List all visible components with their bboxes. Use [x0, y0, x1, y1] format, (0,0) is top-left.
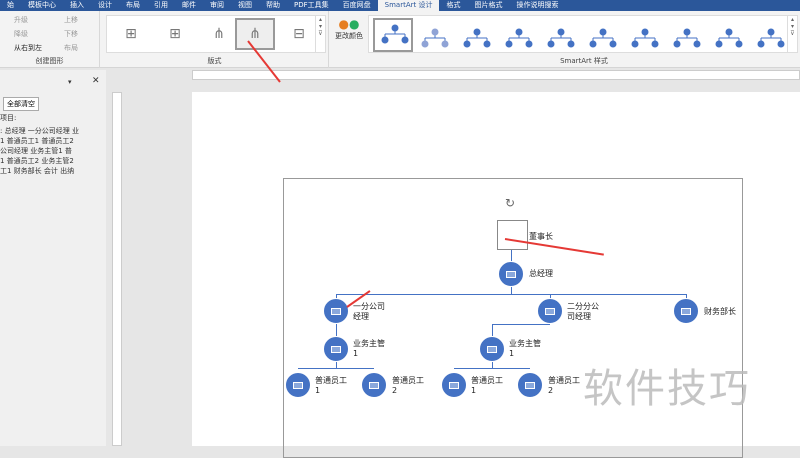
- node-supervisor-a[interactable]: 业务主管 1: [353, 339, 385, 359]
- tab-2[interactable]: 插入: [63, 0, 91, 11]
- layouts-group: ⊞ ⊞ ⋔ ⋔ ⊟ ▴ ▾ ⊽ 版式: [101, 11, 329, 68]
- tab-0[interactable]: 始: [0, 0, 21, 11]
- node-picture-icon[interactable]: [285, 372, 311, 398]
- promote-button[interactable]: 升级: [14, 15, 28, 25]
- change-colors-button[interactable]: ●● 更改颜色: [332, 17, 366, 41]
- smartart-style-10[interactable]: [751, 24, 791, 48]
- connector: [336, 294, 686, 295]
- connector: [492, 324, 550, 325]
- tab-10[interactable]: PDF工具集: [287, 0, 336, 11]
- smartart-style-6[interactable]: [583, 24, 623, 48]
- tab-15[interactable]: 操作说明搜索: [509, 0, 565, 11]
- smartart-style-7[interactable]: [625, 24, 665, 48]
- vertical-ruler[interactable]: [112, 92, 122, 446]
- clear-all-button[interactable]: 全部清空: [3, 97, 39, 111]
- node-picture-icon[interactable]: [441, 372, 467, 398]
- node-employee-1a[interactable]: 普通员工 1: [315, 376, 347, 396]
- pane-text-line[interactable]: 公司经理 业务主管1 普: [0, 146, 79, 156]
- node-employee-2b[interactable]: 普通员工 2: [548, 376, 580, 396]
- node-picture-icon[interactable]: [673, 298, 699, 324]
- styles-gallery: ▴ ▾ ⊽: [368, 15, 798, 53]
- tab-13[interactable]: 格式: [439, 0, 467, 11]
- palette-icon: ●●: [338, 17, 360, 31]
- right-to-left-button[interactable]: 从右到左: [14, 43, 42, 53]
- node-branch2-manager[interactable]: 二分分公 司经理: [567, 302, 599, 322]
- tab-5[interactable]: 引用: [147, 0, 175, 11]
- tab-14[interactable]: 图片格式: [467, 0, 509, 11]
- smartart-style-2[interactable]: [415, 24, 455, 48]
- connector: [454, 368, 530, 369]
- node-general-manager[interactable]: 总经理: [529, 269, 553, 279]
- tab-3[interactable]: 设计: [91, 0, 119, 11]
- smartart-style-8[interactable]: [667, 24, 707, 48]
- layout-labeled-hierarchy[interactable]: ⊟: [279, 18, 319, 50]
- tab-11[interactable]: 百度网盘: [336, 0, 378, 11]
- smartart-style-5[interactable]: [541, 24, 581, 48]
- node-supervisor-b[interactable]: 业务主管 1: [509, 339, 541, 359]
- rotate-handle-icon[interactable]: ↻: [505, 196, 515, 210]
- node-picture-icon[interactable]: [323, 298, 349, 324]
- tab-4[interactable]: 布局: [119, 0, 147, 11]
- pane-text-line[interactable]: 工1 财务部长 会计 出纳: [0, 166, 79, 176]
- layout-org-chart[interactable]: ⊞: [111, 18, 151, 50]
- node-finance-head[interactable]: 财务部长: [704, 307, 736, 317]
- close-icon[interactable]: ✕: [92, 76, 100, 86]
- layouts-gallery: ⊞ ⊞ ⋔ ⋔ ⊟ ▴ ▾ ⊽: [106, 15, 326, 53]
- smartart-styles-group: ▴ ▾ ⊽ SmartArt 样式: [368, 11, 800, 68]
- layouts-scroll[interactable]: ▴ ▾ ⊽: [315, 16, 325, 52]
- items-label: 项目:: [0, 114, 17, 122]
- tab-12[interactable]: SmartArt 设计: [377, 0, 440, 11]
- layouts-label: 版式: [207, 57, 222, 65]
- node-picture-icon[interactable]: [537, 298, 563, 324]
- pane-dropdown-icon[interactable]: ▾: [68, 78, 72, 86]
- create-graphic-group: 升级 降级 上移 下移 从右到左 布局 创建图形: [0, 11, 100, 68]
- smartart-style-3[interactable]: [457, 24, 497, 48]
- ribbon-tabs: 始模板中心 插入 设计 布局 引用 邮件 审阅 视图 帮助 PDF工具集 百度网盘 SmartArt …: [0, 0, 800, 11]
- watermark: 软件技巧: [583, 366, 751, 412]
- text-pane: ▾ ✕ 全部清空 项目: : 总经理 一分公司经理 业1 普通员工1 普通员工2…: [0, 70, 106, 446]
- node-branch1-manager[interactable]: 一分公司 经理: [353, 302, 385, 322]
- smartart-style-1[interactable]: [373, 18, 413, 52]
- pane-text-line[interactable]: 1 普通员工2 业务主管2: [0, 156, 79, 166]
- node-employee-1b[interactable]: 普通员工 1: [471, 376, 503, 396]
- tab-8[interactable]: 视图: [231, 0, 259, 11]
- layout-button[interactable]: 布局: [64, 43, 78, 53]
- layout-circle-picture-hierarchy[interactable]: ⋔: [235, 18, 275, 50]
- move-up-button[interactable]: 上移: [64, 15, 78, 25]
- create-graphic-label: 创建图形: [35, 57, 64, 65]
- node-employee-2a[interactable]: 普通员工 2: [392, 376, 424, 396]
- styles-label: SmartArt 样式: [560, 57, 608, 65]
- connector: [511, 286, 512, 294]
- demote-button[interactable]: 降级: [14, 29, 28, 39]
- node-picture-icon[interactable]: [361, 372, 387, 398]
- tab-7[interactable]: 审阅: [203, 0, 231, 11]
- connector: [298, 368, 374, 369]
- node-picture-icon[interactable]: [517, 372, 543, 398]
- node-chairman[interactable]: 董事长: [529, 232, 553, 242]
- smartart-style-9[interactable]: [709, 24, 749, 48]
- tab-1[interactable]: 模板中心: [21, 0, 63, 11]
- node-picture-icon[interactable]: [479, 336, 505, 362]
- horizontal-ruler[interactable]: [192, 70, 800, 80]
- connector: [492, 324, 493, 336]
- tab-9[interactable]: 帮助: [259, 0, 287, 11]
- smartart-style-4[interactable]: [499, 24, 539, 48]
- pane-text-line[interactable]: 1 普通员工1 普通员工2: [0, 136, 79, 146]
- connector: [336, 324, 337, 336]
- move-down-button[interactable]: 下移: [64, 29, 78, 39]
- node-picture-icon[interactable]: [498, 261, 524, 287]
- pane-text-line[interactable]: : 总经理 一分公司经理 业: [0, 126, 79, 136]
- layout-name-title[interactable]: ⊞: [155, 18, 195, 50]
- tab-6[interactable]: 邮件: [175, 0, 203, 11]
- ribbon: 升级 降级 上移 下移 从右到左 布局 创建图形 ⊞ ⊞ ⋔ ⋔ ⊟ ▴ ▾ ⊽ 版…: [0, 11, 800, 68]
- node-picture-icon[interactable]: [323, 336, 349, 362]
- selected-node-box[interactable]: [497, 220, 528, 250]
- layout-half-circle[interactable]: ⋔: [199, 18, 239, 50]
